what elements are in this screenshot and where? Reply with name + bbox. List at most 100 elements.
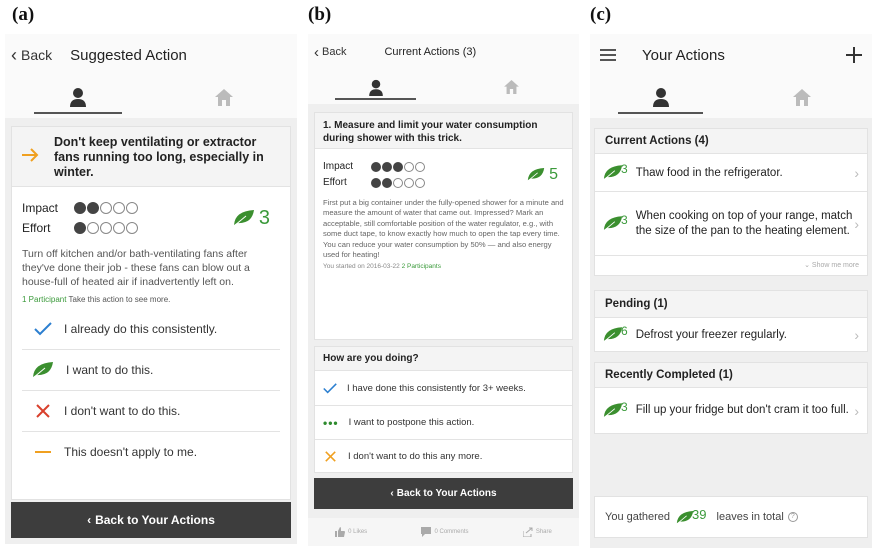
option-done[interactable]: I have done this consistently for 3+ wee… bbox=[315, 371, 572, 405]
page-title: Suggested Action bbox=[70, 46, 187, 64]
chevron-left-icon: ‹ bbox=[11, 44, 17, 65]
comments-label: 0 Comments bbox=[434, 529, 469, 535]
current-actions-section: Current Actions (4) 3 Thaw food in the r… bbox=[594, 128, 868, 276]
comment-button[interactable]: 0 Comments bbox=[421, 527, 469, 537]
score-value: 5 bbox=[549, 165, 558, 183]
header-c: Your Actions bbox=[590, 34, 872, 76]
back-button[interactable]: ‹ Back bbox=[314, 44, 346, 61]
score-value: 3 bbox=[258, 206, 270, 229]
option-label: I want to postpone this action. bbox=[348, 417, 475, 428]
filled-dot bbox=[393, 161, 403, 172]
tab-person[interactable] bbox=[590, 76, 731, 118]
add-icon[interactable] bbox=[846, 47, 862, 63]
page-title: Your Actions bbox=[642, 46, 725, 64]
tab-home[interactable] bbox=[444, 70, 580, 104]
screen-a: ‹ Back Suggested Action Don't keep venti… bbox=[5, 34, 297, 544]
home-icon bbox=[503, 80, 519, 94]
thumbs-up-icon bbox=[335, 527, 346, 537]
started-line: You started on 2016-03-22 2 Participants bbox=[315, 260, 572, 273]
option-dont-want[interactable]: I don't want to do this any more. bbox=[315, 439, 572, 473]
tab-person[interactable] bbox=[5, 76, 151, 118]
empty-dot bbox=[87, 222, 99, 234]
chevron-right-icon: › bbox=[854, 326, 859, 343]
back-button[interactable]: ‹ Back bbox=[11, 45, 52, 66]
chevron-right-icon: › bbox=[854, 164, 859, 181]
section-header: Recently Completed (1) bbox=[595, 363, 867, 387]
tab-bar bbox=[590, 76, 872, 118]
gathered-prefix: You gathered bbox=[605, 511, 671, 523]
completed-section: Recently Completed (1) 3 Fill up your fr… bbox=[594, 362, 868, 434]
effort-label: Effort bbox=[22, 221, 51, 235]
panel-label-a: (a) bbox=[12, 4, 35, 25]
option-already[interactable]: I already do this consistently. bbox=[22, 308, 280, 349]
cross-icon bbox=[325, 451, 336, 462]
option-label: I don't want to do this. bbox=[64, 404, 181, 418]
list-item[interactable]: 3 When cooking on top of your range, mat… bbox=[595, 191, 867, 255]
tab-home[interactable] bbox=[731, 76, 872, 118]
tab-home[interactable] bbox=[151, 76, 297, 118]
leaf-icon bbox=[603, 327, 623, 343]
option-label: I don't want to do this any more. bbox=[348, 451, 483, 462]
participants-note: Take this action to see more. bbox=[68, 295, 171, 304]
like-button[interactable]: 0 Likes bbox=[335, 527, 367, 537]
list-item[interactable]: 3 Thaw food in the refrigerator. › bbox=[595, 153, 867, 191]
gathered-summary: You gathered 39 leaves in total ? bbox=[594, 496, 868, 538]
option-not-apply[interactable]: This doesn't apply to me. bbox=[22, 431, 280, 472]
cross-icon bbox=[36, 404, 50, 418]
impact-dots bbox=[74, 202, 138, 214]
impact-dots bbox=[371, 161, 425, 172]
person-icon bbox=[652, 88, 669, 107]
comment-icon bbox=[421, 527, 432, 537]
participants-link[interactable]: 2 Participants bbox=[402, 263, 441, 270]
options-list: I already do this consistently. I want t… bbox=[12, 308, 290, 472]
filled-dot bbox=[382, 177, 392, 188]
back-to-actions-button[interactable]: ‹ Back to Your Actions bbox=[314, 478, 573, 509]
participants-line: 1 Participant Take this action to see mo… bbox=[12, 289, 290, 308]
participants-link[interactable]: 1 Participant bbox=[22, 295, 66, 304]
screen-c: Your Actions Current Actions (4) 3 Thaw … bbox=[590, 34, 872, 548]
show-more-link[interactable]: ⌄ Show me more bbox=[595, 255, 867, 275]
back-label: Back bbox=[21, 47, 53, 63]
share-icon bbox=[522, 527, 533, 537]
empty-dot bbox=[100, 202, 112, 214]
item-score: 6 bbox=[621, 323, 628, 338]
item-score: 3 bbox=[621, 212, 628, 227]
tab-bar bbox=[5, 76, 297, 118]
effort-label: Effort bbox=[323, 177, 347, 188]
impact-label: Impact bbox=[323, 161, 354, 172]
leaf-icon bbox=[603, 165, 623, 181]
option-dont-want[interactable]: I don't want to do this. bbox=[22, 390, 280, 431]
info-icon[interactable]: ? bbox=[787, 512, 798, 522]
option-postpone[interactable]: ••• I want to postpone this action. bbox=[315, 405, 572, 439]
empty-dot bbox=[404, 161, 414, 172]
back-to-actions-button[interactable]: ‹ Back to Your Actions bbox=[11, 502, 291, 538]
rating-block: Impact Effort 5 bbox=[315, 149, 572, 192]
chevron-right-icon: › bbox=[854, 215, 859, 232]
person-icon bbox=[368, 79, 383, 96]
button-label: Back to Your Actions bbox=[396, 488, 497, 499]
share-button[interactable]: Share bbox=[522, 527, 552, 537]
person-icon bbox=[70, 88, 86, 107]
impact-label: Impact bbox=[22, 201, 59, 215]
tab-person[interactable] bbox=[308, 70, 444, 104]
filled-dot bbox=[74, 202, 86, 214]
option-label: I already do this consistently. bbox=[64, 321, 218, 336]
progress-card: How are you doing? I have done this cons… bbox=[314, 346, 573, 473]
home-icon bbox=[792, 88, 811, 106]
chevron-down-icon: ⌄ bbox=[804, 262, 810, 269]
list-item[interactable]: 3 Fill up your fridge but don't cram it … bbox=[595, 387, 867, 433]
empty-dot bbox=[126, 222, 138, 234]
leaf-icon bbox=[32, 362, 53, 379]
page-title: Current Actions (3) bbox=[384, 46, 477, 58]
hamburger-menu-icon[interactable] bbox=[600, 49, 616, 61]
effort-dots bbox=[371, 177, 425, 188]
option-label: I have done this consistently for 3+ wee… bbox=[347, 382, 526, 394]
chevron-left-icon: ‹ bbox=[87, 513, 92, 527]
item-score: 3 bbox=[621, 399, 628, 414]
chevron-left-icon: ‹ bbox=[314, 43, 319, 61]
option-want[interactable]: I want to do this. bbox=[22, 349, 280, 390]
tab-bar bbox=[308, 70, 579, 104]
list-item[interactable]: 6 Defrost your freezer regularly. › bbox=[595, 317, 867, 351]
empty-dot bbox=[113, 222, 125, 234]
arrow-right-icon bbox=[22, 148, 39, 162]
